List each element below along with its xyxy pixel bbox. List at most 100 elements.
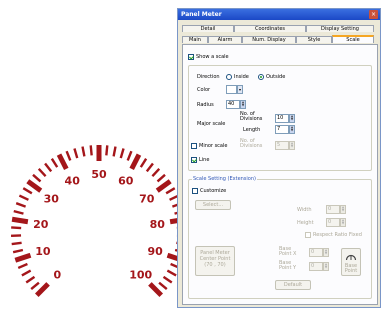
respect-ratio-checkbox[interactable]: [305, 232, 311, 238]
minor-tick: [30, 281, 40, 291]
major-tick: [148, 282, 163, 297]
direction-inside-label: Inside: [234, 74, 249, 80]
default-button[interactable]: Default: [275, 280, 311, 290]
minor-tick: [156, 173, 166, 183]
direction-inside-radio[interactable]: [226, 74, 232, 80]
gauge-tick-label: 10: [35, 245, 51, 258]
divisions-spinner-icon[interactable]: ▲ ▼: [289, 114, 295, 123]
gauge-tick-label: 70: [139, 192, 155, 205]
radius-input[interactable]: 40: [226, 100, 240, 109]
tab-scale[interactable]: Scale: [332, 35, 374, 43]
gauge-tick-label: 60: [118, 174, 134, 187]
minor-tick: [22, 187, 33, 195]
line-label: Line: [199, 157, 210, 163]
minor-tick: [89, 145, 93, 156]
minor-tick: [11, 241, 22, 246]
center-point-value: (70 , 70): [204, 262, 226, 268]
customize-label: Customize: [200, 188, 227, 194]
show-scale-label: Show a scale: [196, 54, 229, 60]
length-input[interactable]: 7: [275, 125, 289, 134]
base-point-y-input[interactable]: 0: [309, 262, 323, 271]
width-input[interactable]: 0: [326, 205, 340, 214]
close-icon[interactable]: ×: [369, 10, 378, 19]
base-point-button[interactable]: Base Point: [341, 248, 361, 276]
customize-checkbox[interactable]: [192, 188, 198, 194]
color-swatch[interactable]: [226, 85, 237, 94]
height-spinner-icon[interactable]: ▲ ▼: [340, 218, 346, 227]
minor-tick: [50, 158, 59, 168]
minor-tick: [32, 173, 42, 183]
height-input[interactable]: 0: [326, 218, 340, 227]
divisions-input[interactable]: 10: [275, 114, 289, 123]
line-checkbox[interactable]: [191, 157, 197, 163]
minor-tick: [119, 148, 125, 159]
base-point-y-spinner-icon[interactable]: ▲ ▼: [323, 262, 329, 271]
major-tick: [155, 179, 172, 193]
tab-row-top: Detail Coordinates Display Setting: [180, 25, 378, 32]
center-point-label: Panel Meter Center Point: [199, 250, 231, 262]
minor-tick: [112, 146, 117, 157]
minor-tick: [165, 187, 176, 195]
length-spinner-icon[interactable]: ▲ ▼: [289, 125, 295, 134]
gauge-tick-label: 0: [53, 269, 61, 282]
minor-tick: [151, 168, 161, 177]
minor-tick: [81, 146, 86, 157]
major-tick: [11, 216, 29, 225]
radius-spinner-icon[interactable]: ▲ ▼: [240, 100, 246, 109]
major-tick: [26, 179, 43, 193]
width-spinner-icon[interactable]: ▲ ▼: [340, 205, 346, 214]
gauge-tick-label: 30: [44, 192, 60, 205]
major-tick: [129, 153, 142, 170]
width-label: Width: [297, 207, 312, 213]
gauge-tick-label: 80: [150, 218, 166, 231]
gauge-tick-label: 90: [147, 245, 163, 258]
minor-tick: [17, 262, 28, 270]
minor-tick: [139, 158, 148, 168]
tab-alarm[interactable]: Alarm: [208, 36, 242, 43]
gauge-tick-label: 20: [33, 218, 49, 231]
minor-scale-label: Minor scale: [199, 143, 228, 149]
major-scale-label: Major scale: [197, 121, 226, 127]
length-label: Length: [243, 127, 261, 133]
gauge-tick-label: 50: [91, 168, 107, 181]
major-tick: [35, 282, 50, 297]
major-tick: [14, 252, 32, 263]
minor-divisions-input[interactable]: 5: [275, 141, 289, 150]
panel-meter-gauge: 010 20 30 40 50 60 70 80 90 100: [11, 145, 180, 297]
minor-scale-checkbox[interactable]: [191, 143, 197, 149]
center-point-button[interactable]: Panel Meter Center Point (70 , 70): [195, 246, 235, 276]
tab-detail[interactable]: Detail: [182, 25, 234, 32]
color-label: Color: [197, 87, 211, 93]
minor-divisions-spinner-icon[interactable]: ▲ ▼: [289, 141, 295, 150]
minor-divisions-label: No. of Divisions: [240, 138, 263, 149]
direction-outside-radio[interactable]: [258, 74, 264, 80]
gauge-tick-label: 100: [129, 269, 152, 282]
base-point-x-input[interactable]: 0: [309, 248, 323, 257]
minor-tick: [166, 269, 177, 277]
height-label: Height: [297, 220, 314, 226]
tab-style[interactable]: Style: [296, 36, 332, 43]
divisions-label: No. of Divisions: [240, 111, 263, 122]
color-dropdown-icon[interactable]: ▾: [237, 85, 243, 94]
radius-label: Radius: [197, 102, 214, 108]
base-point-x-spinner-icon[interactable]: ▲ ▼: [323, 248, 329, 257]
show-scale-checkbox[interactable]: [188, 54, 194, 60]
tab-row-bottom: Main Alarm Num. Display Style Scale: [180, 35, 378, 43]
minor-tick: [126, 150, 133, 161]
minor-tick: [12, 248, 24, 254]
direction-label: Direction: [197, 74, 220, 80]
tab-num-display[interactable]: Num. Display: [242, 36, 296, 43]
minor-tick: [145, 162, 154, 173]
gauge-tick-label: 40: [65, 174, 81, 187]
minor-tick: [18, 194, 29, 201]
minor-tick: [25, 275, 36, 284]
minor-tick: [21, 269, 32, 277]
select-button[interactable]: Select...: [195, 200, 231, 210]
direction-outside-label: Outside: [266, 74, 286, 80]
tab-display-setting[interactable]: Display Setting: [306, 25, 374, 32]
minor-tick: [162, 275, 173, 284]
scale-tab-panel: Show a scale Direction Inside Outside Co…: [182, 44, 378, 305]
tab-main[interactable]: Main: [182, 36, 208, 43]
tab-coordinates[interactable]: Coordinates: [234, 25, 306, 32]
minor-tick: [73, 148, 79, 159]
